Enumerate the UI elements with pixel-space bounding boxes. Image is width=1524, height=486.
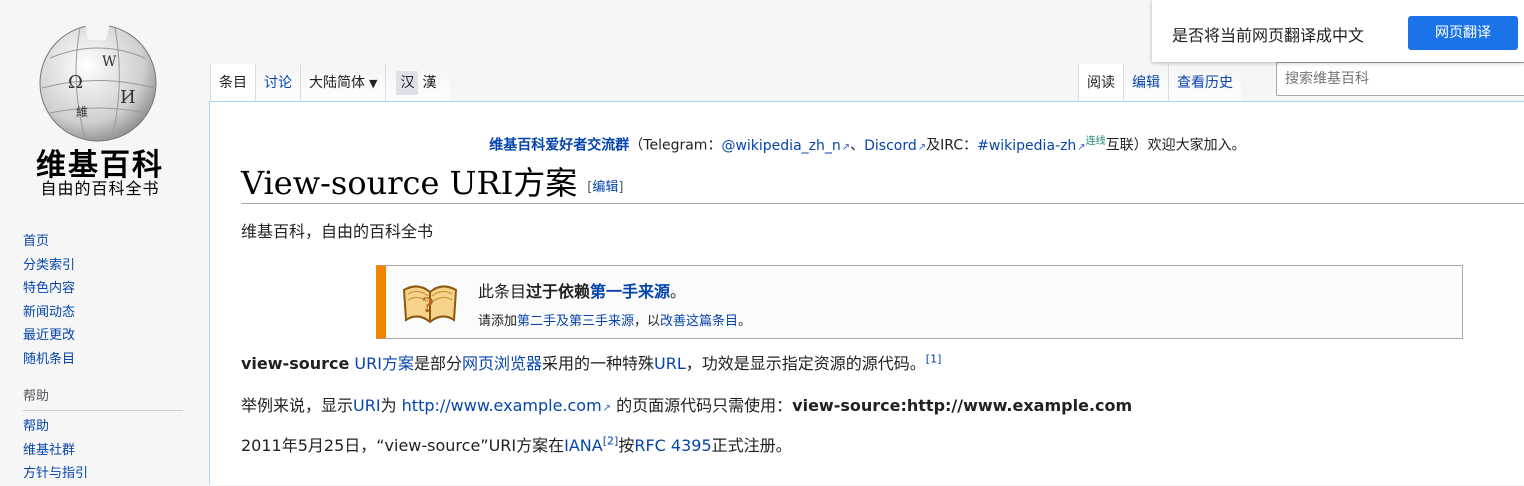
bold-example: view-source:http://www.example.com (792, 396, 1133, 415)
uri-link[interactable]: URI (353, 396, 381, 415)
notice-text: 。 (738, 314, 752, 329)
improve-article-link[interactable]: 改善这篇条目 (660, 314, 738, 329)
section-edit: [编辑] (587, 180, 623, 195)
notice-bold: 过于依赖 (526, 282, 591, 301)
sidebar-divider (23, 410, 183, 411)
site-sub: 维基百科，自由的百科全书 (241, 222, 434, 241)
site-notice: 维基百科爱好者交流群（Telegram：@wikipedia_zh_n、Disc… (210, 132, 1524, 155)
text: 举例来说，显示 (241, 396, 354, 415)
text: 按 (618, 436, 635, 455)
sidebar-item-help[interactable]: 帮助 (23, 419, 49, 434)
puzzle-globe-icon: Ω W И 維 (39, 23, 157, 142)
tab-article[interactable]: 条目 (210, 64, 255, 102)
bracket: ] (618, 180, 624, 195)
paragraph-3: 2011年5月25日，“view-source”URI方案在IANA[2]按RF… (241, 432, 792, 456)
paragraph-1: view-source URI方案是部分网页浏览器采用的一种特殊URL，功效是显… (241, 350, 941, 374)
sidebar-item-featured-content[interactable]: 特色内容 (23, 281, 75, 296)
tab-read[interactable]: 阅读 (1078, 64, 1123, 102)
notice-text: 此条目 (478, 282, 527, 301)
sidebar-item-random-article[interactable]: 随机条目 (23, 352, 75, 367)
view-tabs: 阅读 编辑 查看历史 (1078, 64, 1241, 102)
text: 的页面源代码只需使用： (611, 396, 793, 415)
toggle-traditional[interactable]: 漢 (418, 71, 440, 95)
svg-text:И: И (120, 87, 136, 108)
tab-history[interactable]: 查看历史 (1168, 64, 1241, 102)
text: ，功效是显示指定资源的源代码。 (685, 354, 926, 373)
page-title-text: View-source URI方案 (241, 164, 578, 202)
edit-link[interactable]: 编辑 (592, 180, 618, 195)
sidebar-item-policies[interactable]: 方针与指引 (23, 466, 88, 481)
sidebar-item-category-index[interactable]: 分类索引 (23, 258, 75, 273)
notice-group-link[interactable]: 维基百科爱好者交流群 (489, 138, 629, 154)
rfc-4395-link[interactable]: RFC 4395 (634, 436, 711, 455)
notice-text: 。 (670, 282, 687, 301)
variant-dropdown[interactable]: 大陆简体 ▼ (300, 64, 386, 102)
toggle-simplified[interactable]: 汉 (396, 71, 419, 95)
search-input[interactable] (1276, 62, 1524, 96)
sidebar-help: 帮助 维基社群 方针与指引 (0, 415, 200, 486)
tab-edit[interactable]: 编辑 (1123, 64, 1168, 102)
text: 采用的一种特殊 (542, 354, 655, 373)
logo-tagline: 自由的百科全书 (40, 179, 160, 198)
sidebar-heading-help: 帮助 (23, 389, 50, 404)
sidebar-item-community[interactable]: 维基社群 (23, 443, 75, 458)
notice-line-2: 请添加第二手及第三手来源，以改善这篇条目。 (478, 310, 751, 329)
text: 是部分 (413, 354, 462, 373)
chevron-down-icon: ▼ (369, 77, 378, 90)
title-divider (241, 203, 1524, 204)
translate-message: 是否将当前网页翻译成中文 (1172, 26, 1365, 45)
notice-linked-badge: 连线 (1085, 136, 1106, 147)
reference-2-link[interactable]: [2] (603, 435, 619, 448)
web-browser-link[interactable]: 网页浏览器 (462, 354, 542, 373)
svg-text:W: W (102, 54, 117, 70)
notice-telegram-link[interactable]: @wikipedia_zh_n (721, 138, 850, 154)
notice-discord-link[interactable]: Discord (864, 138, 926, 154)
reference-1-link[interactable]: [1] (926, 353, 942, 366)
page-title: View-source URI方案 [编辑] (241, 158, 623, 204)
svg-text:Ω: Ω (68, 72, 83, 93)
notice-text: （Telegram： (629, 137, 722, 154)
content-area: 维基百科爱好者交流群（Telegram：@wikipedia_zh_n、Disc… (209, 101, 1524, 485)
text: 2011年5月25日，“view-source”URI方案在 (241, 436, 565, 455)
notice-text: 、 (850, 137, 865, 154)
secondary-source-link[interactable]: 第二手及第三手来源 (517, 314, 634, 329)
translate-prompt: 是否将当前网页翻译成中文 网页翻译 (1152, 0, 1524, 62)
svg-text:?: ? (422, 293, 434, 317)
primary-sources-notice: ? 此条目过于依赖第一手来源。 请添加第二手及第三手来源，以改善这篇条目。 (376, 265, 1463, 339)
notice-text: 请添加 (478, 314, 518, 329)
sidebar-item-recent-changes[interactable]: 最近更改 (23, 328, 75, 343)
uri-scheme-link[interactable]: URI方案 (354, 354, 414, 373)
notice-line-1: 此条目过于依赖第一手来源。 (478, 278, 686, 302)
notice-text: 及IRC： (926, 137, 978, 154)
sidebar-item-main-page[interactable]: 首页 (23, 234, 49, 249)
variant-label: 大陆简体 (309, 75, 365, 91)
iana-link[interactable]: IANA (564, 436, 603, 455)
tab-talk[interactable]: 讨论 (255, 64, 300, 102)
sidebar-nav: 首页 分类索引 特色内容 新闻动态 最近更改 随机条目 (0, 230, 200, 371)
namespace-tabs: 条目 讨论 大陆简体 ▼ 汉 漢 (210, 64, 451, 102)
text: 正式注册。 (711, 436, 792, 455)
text: 为 (380, 396, 402, 415)
translate-button[interactable]: 网页翻译 (1408, 16, 1518, 50)
paragraph-2: 举例来说，显示URI为 http://www.example.com 的页面源代… (241, 392, 1132, 416)
notice-text: 互联）欢迎大家加入。 (1105, 137, 1246, 154)
example-url-link[interactable]: http://www.example.com (402, 396, 611, 415)
bold-term: view-source (241, 354, 350, 373)
sidebar: 首页 分类索引 特色内容 新闻动态 最近更改 随机条目 帮助 帮助 维基社群 方… (0, 230, 200, 486)
wikipedia-logo[interactable]: Ω W И 維 维基百科 自由的百科全书 (0, 0, 200, 210)
svg-text:維: 維 (76, 105, 88, 119)
script-toggle: 汉 漢 (385, 64, 451, 102)
sidebar-item-current-events[interactable]: 新闻动态 (23, 305, 75, 320)
open-book-question-icon: ? (402, 285, 458, 324)
primary-source-link[interactable]: 第一手来源 (590, 282, 670, 301)
notice-irc-link[interactable]: #wikipedia-zh (977, 138, 1086, 154)
url-link[interactable]: URL (654, 354, 686, 373)
notice-text: ，以 (634, 314, 661, 329)
